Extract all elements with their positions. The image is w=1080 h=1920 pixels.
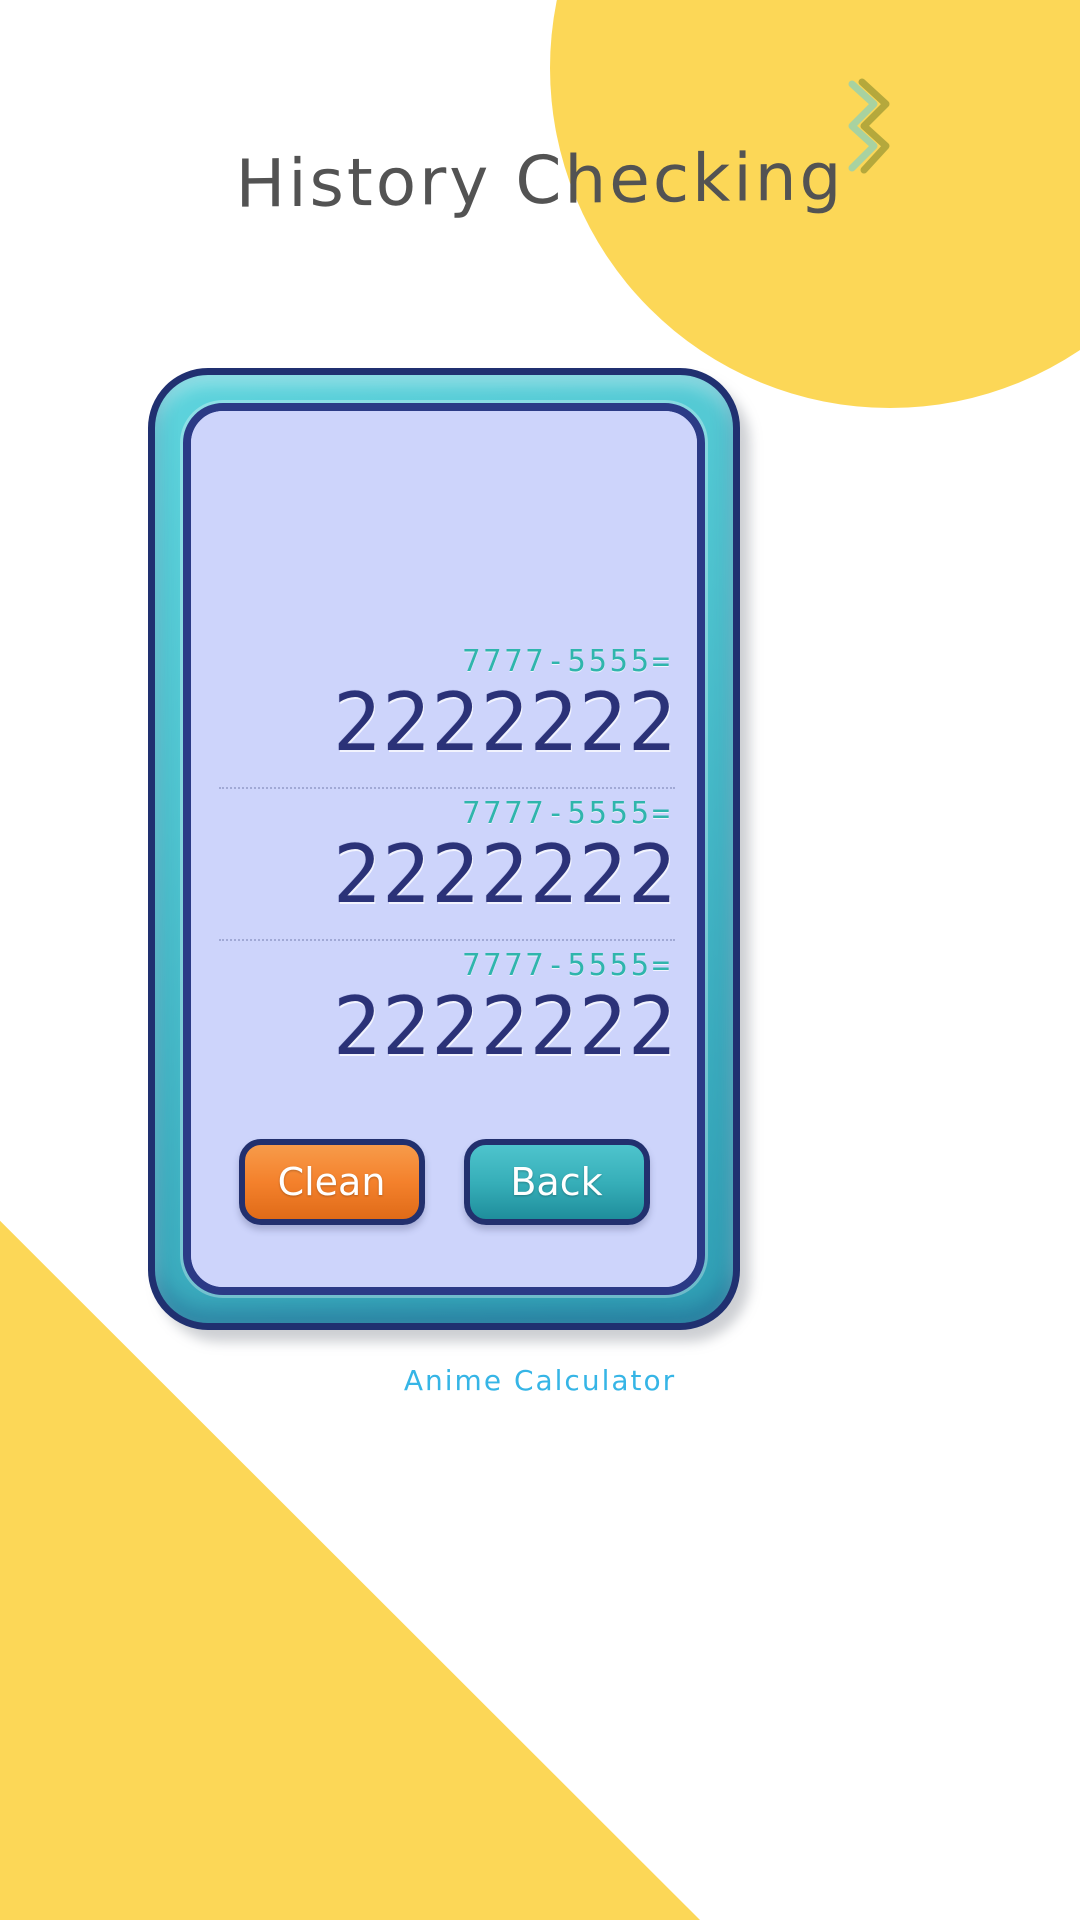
app-screen: History Checking 7777-5555= 2222222 7777… [0, 0, 1080, 1920]
brand-label: Anime Calculator [403, 1364, 677, 1397]
device-inner-bezel: 7777-5555= 2222222 7777-5555= 2222222 77… [183, 403, 705, 1295]
page-title: History Checking [235, 138, 845, 223]
calculator-screen: 7777-5555= 2222222 7777-5555= 2222222 77… [191, 411, 697, 1287]
history-result: 2222222 [332, 828, 677, 921]
history-divider [219, 939, 675, 941]
history-divider [219, 787, 675, 789]
history-result: 2222222 [332, 980, 677, 1073]
history-entry[interactable]: 7777-5555= 2222222 [215, 799, 679, 927]
history-expression: 7777-5555= [462, 796, 673, 831]
history-entry[interactable]: 7777-5555= 2222222 [215, 647, 679, 775]
history-entry[interactable]: 7777-5555= 2222222 [215, 951, 679, 1079]
history-list: 7777-5555= 2222222 7777-5555= 2222222 77… [191, 647, 697, 1079]
calculator-device: 7777-5555= 2222222 7777-5555= 2222222 77… [148, 368, 750, 1342]
history-expression: 7777-5555= [462, 644, 673, 679]
history-expression: 7777-5555= [462, 948, 673, 983]
action-button-row: Clean Back [191, 1139, 697, 1225]
history-result: 2222222 [332, 676, 677, 769]
back-button[interactable]: Back [463, 1139, 650, 1225]
clean-button[interactable]: Clean [238, 1139, 425, 1225]
device-body: 7777-5555= 2222222 7777-5555= 2222222 77… [148, 368, 740, 1330]
